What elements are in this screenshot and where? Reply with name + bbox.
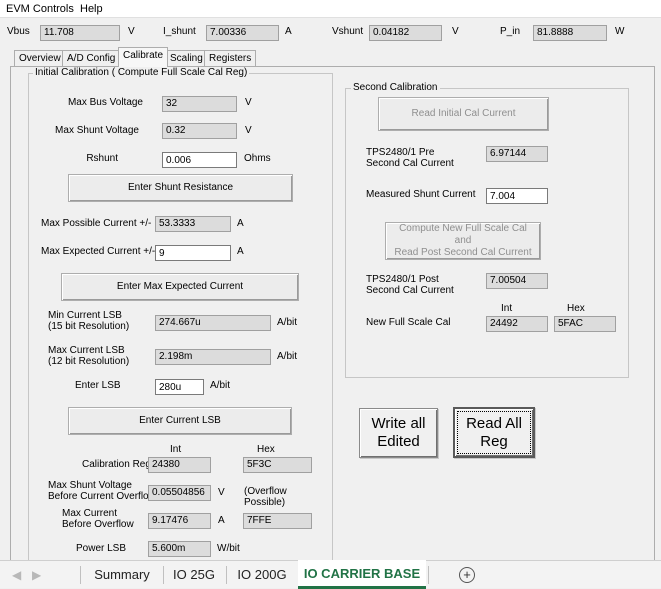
sheet-separator — [428, 566, 429, 584]
measured-shunt-current-label: Measured Shunt Current — [366, 189, 476, 200]
write-all-line2: Edited — [377, 433, 420, 450]
power-lsb-unit: W/bit — [217, 543, 240, 554]
initial-hex-header: Hex — [257, 444, 275, 455]
compute-button-line1: Compute New Full Scale Cal and — [399, 223, 527, 246]
second-calibration-title: Second Calibration — [351, 82, 440, 94]
power-lsb-value: 5.600m — [148, 541, 211, 557]
enter-lsb-unit: A/bit — [210, 380, 231, 391]
min-current-lsb-unit: A/bit — [277, 317, 298, 328]
ishunt-unit: A — [285, 26, 292, 37]
vshunt-label: Vshunt — [332, 26, 364, 37]
read-all-reg-button[interactable]: Read All Reg — [453, 407, 535, 458]
max-possible-current-unit: A — [237, 218, 244, 229]
second-hex-header: Hex — [567, 303, 585, 314]
tab-ad-config[interactable]: A/D Config — [62, 50, 121, 66]
tab-scaling[interactable]: Scaling — [165, 50, 208, 66]
min-current-lsb-sublabel: (15 bit Resolution) — [48, 321, 130, 332]
enter-shunt-resistance-button[interactable]: Enter Shunt Resistance — [68, 174, 293, 202]
sheet-tab-io-200g[interactable]: IO 200G — [228, 561, 296, 589]
new-full-scale-cal-int: 24492 — [486, 316, 548, 332]
max-current-lsb-value: 2.198m — [155, 349, 271, 365]
scroll-right-icon[interactable]: ▶ — [32, 568, 41, 582]
pin-unit: W — [615, 26, 625, 37]
max-current-lsb-unit: A/bit — [277, 351, 298, 362]
vbus-unit: V — [128, 26, 135, 37]
sheet-tab-summary[interactable]: Summary — [82, 561, 162, 589]
sheet-separator — [80, 566, 81, 584]
post-cal-current-sublabel: Second Cal Current — [366, 285, 454, 296]
read-all-line1: Read All — [466, 414, 522, 432]
vshunt-value: 0.04182 — [369, 25, 442, 41]
max-current-overflow-sublabel: Before Overflow — [62, 519, 134, 530]
sheet-tab-io-carrier-base[interactable]: IO CARRIER BASE — [298, 560, 426, 589]
compute-button-line2: Read Post Second Cal Current — [394, 247, 532, 258]
tab-registers[interactable]: Registers — [204, 50, 257, 66]
second-int-header: Int — [501, 303, 513, 314]
sheet-tab-bar: ◀ ▶ Summary IO 25G IO 200G IO CARRIER BA… — [0, 560, 661, 589]
calibration-reg-label: Calibration Reg — [82, 459, 151, 470]
rshunt-input[interactable] — [162, 152, 237, 168]
new-full-scale-cal-hex: 5FAC — [554, 316, 616, 332]
read-initial-cal-current-button[interactable]: Read Initial Cal Current — [378, 97, 549, 131]
max-shunt-voltage-unit: V — [245, 125, 252, 136]
max-expected-current-input[interactable] — [155, 245, 231, 261]
overflow-note-2: Possible) — [244, 497, 286, 508]
max-current-overflow-unit: A — [218, 515, 225, 526]
enter-current-lsb-button[interactable]: Enter Current LSB — [68, 407, 292, 435]
max-shunt-overflow-sublabel: Before Current Overflow — [48, 491, 156, 502]
max-shunt-overflow-value: 0.05504856 — [148, 485, 211, 501]
min-current-lsb-value: 274.667u — [155, 315, 271, 331]
initial-int-header: Int — [170, 444, 182, 455]
vbus-value: 11.708 — [40, 25, 120, 41]
max-bus-voltage-unit: V — [245, 97, 252, 108]
max-possible-current-label: Max Possible Current +/- — [41, 218, 152, 229]
ishunt-value: 7.00336 — [206, 25, 279, 41]
max-bus-voltage-value: 32 — [162, 96, 237, 112]
pin-value: 81.8888 — [533, 25, 607, 41]
calibration-reg-int: 24380 — [148, 457, 211, 473]
sheet-separator — [163, 566, 164, 584]
write-all-edited-button[interactable]: Write all Edited — [359, 408, 438, 458]
pre-cal-current-sublabel: Second Cal Current — [366, 158, 454, 169]
power-lsb-label: Power LSB — [76, 543, 127, 554]
max-current-overflow-value: 9.17476 — [148, 513, 211, 529]
vshunt-unit: V — [452, 26, 459, 37]
pin-label: P_in — [500, 26, 521, 37]
vbus-label: Vbus — [7, 26, 30, 37]
enter-lsb-label: Enter LSB — [75, 380, 121, 391]
max-shunt-voltage-value: 0.32 — [162, 123, 237, 139]
enter-max-expected-current-button[interactable]: Enter Max Expected Current — [61, 273, 299, 301]
max-shunt-voltage-label: Max Shunt Voltage — [55, 125, 139, 136]
add-sheet-icon[interactable]: + — [459, 567, 475, 583]
scroll-left-icon[interactable]: ◀ — [12, 568, 21, 582]
max-possible-current-value: 53.3333 — [155, 216, 231, 232]
tab-calibrate[interactable]: Calibrate — [118, 47, 169, 67]
calibration-reg-hex: 5F3C — [243, 457, 312, 473]
compute-new-full-scale-cal-button[interactable]: Compute New Full Scale Cal and Read Post… — [385, 222, 541, 260]
measured-shunt-current-input[interactable] — [486, 188, 548, 204]
new-full-scale-cal-label: New Full Scale Cal — [366, 317, 451, 328]
max-current-lsb-sublabel: (12 bit Resolution) — [48, 356, 130, 367]
post-cal-current-value: 7.00504 — [486, 273, 548, 289]
sheet-separator — [226, 566, 227, 584]
menu-help[interactable]: Help — [80, 3, 103, 15]
menu-evm-controls[interactable]: EVM Controls — [6, 3, 74, 15]
menu-bar: EVM Controls Help — [0, 0, 661, 18]
sheet-tab-io-25g[interactable]: IO 25G — [165, 561, 223, 589]
read-all-line2: Reg — [480, 432, 508, 450]
max-bus-voltage-label: Max Bus Voltage — [67, 97, 143, 108]
rshunt-unit: Ohms — [244, 153, 271, 164]
max-expected-current-unit: A — [237, 246, 244, 257]
max-shunt-overflow-unit: V — [218, 487, 225, 498]
max-expected-current-label: Max Expected Current +/- — [41, 246, 156, 257]
ishunt-label: I_shunt — [163, 26, 196, 37]
enter-lsb-input[interactable] — [155, 379, 204, 395]
write-all-line1: Write all — [371, 415, 426, 432]
initial-calibration-title: Initial Calibration ( Compute Full Scale… — [33, 67, 250, 79]
max-current-overflow-hex: 7FFE — [243, 513, 312, 529]
tab-overview[interactable]: Overview — [14, 50, 66, 66]
pre-cal-current-value: 6.97144 — [486, 146, 548, 162]
rshunt-label: Rshunt — [86, 153, 118, 164]
